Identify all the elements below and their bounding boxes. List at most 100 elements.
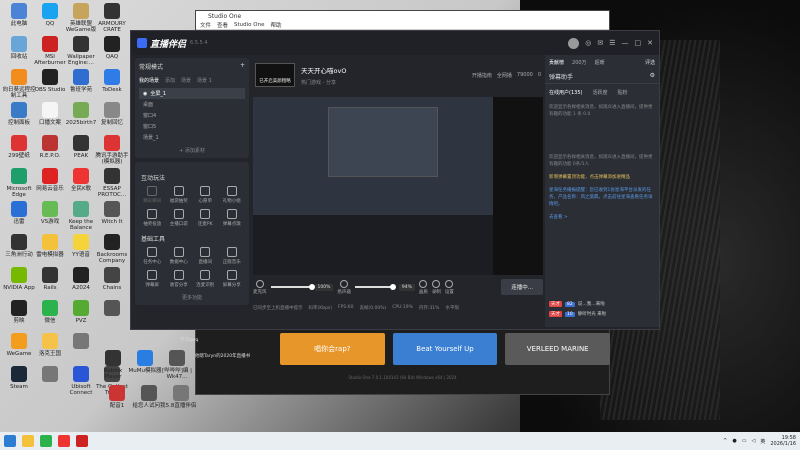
mode-selector[interactable]: 常规模式 + <box>139 62 245 71</box>
taskbar-app-1[interactable] <box>22 435 34 447</box>
headset-icon[interactable]: ◎ <box>585 39 591 47</box>
desktop-icon[interactable]: R.E.P.O. <box>33 135 67 159</box>
app-titlebar[interactable]: 直播伴侣 6.5.5.4 ◎ ✉ ☰ — □ ✕ <box>131 31 659 55</box>
settings-icon[interactable]: ☰ <box>609 39 615 47</box>
desktop-icon[interactable]: Roblox Player <box>96 350 130 380</box>
desktop-icon[interactable]: 网易云音乐 <box>33 168 67 192</box>
studio-one-titlebar[interactable]: Studio One <box>196 11 609 21</box>
desktop-icon[interactable]: 英雄联盟WeGame版 <box>64 3 98 33</box>
add-icon[interactable]: + <box>240 62 245 71</box>
desktop-icon[interactable]: Witch It <box>95 201 129 225</box>
desktop-icon[interactable]: Backrooms Company <box>95 234 129 264</box>
desktop-icon[interactable]: Steam <box>2 366 36 390</box>
settings-button[interactable]: 设置 <box>445 279 454 295</box>
desktop-icon[interactable] <box>64 333 98 351</box>
desktop-icon[interactable]: 299壁纸 <box>2 135 36 159</box>
maximize-icon[interactable]: □ <box>635 39 642 47</box>
desktop-icon[interactable]: 回收站 <box>2 36 36 60</box>
desktop-icon[interactable]: 洛克王国 <box>33 333 67 357</box>
scene-item-fullscreen[interactable]: ◉ 全屏_1 <box>139 88 245 99</box>
tool-item[interactable]: 正版音乐 <box>219 247 246 265</box>
review-badge[interactable]: 评选 <box>645 59 655 66</box>
desktop-icon[interactable]: Ubisoft Connect <box>64 366 98 396</box>
tab-warm[interactable]: 超暖 <box>595 59 605 66</box>
desktop-icon[interactable]: 此电脑 <box>2 3 36 27</box>
scene-item-desktop[interactable]: 桌面 <box>139 99 245 110</box>
desktop-icon[interactable]: [哔哔哔]编 | Wk47... <box>160 350 194 380</box>
look-link[interactable]: 去查看 > <box>545 211 659 224</box>
tool-item[interactable]: 直播间 <box>192 247 219 265</box>
desktop-icon[interactable]: 5.8直播伴侣 <box>164 385 198 409</box>
scene-item-window4[interactable]: 窗口4 <box>139 110 245 121</box>
tool-item[interactable]: 福袋抽奖 <box>166 186 193 204</box>
desktop-icon[interactable]: A2024 <box>64 267 98 291</box>
record-button[interactable]: 录制 <box>432 279 441 295</box>
tool-item[interactable]: 收官分享 <box>166 270 193 288</box>
desktop-icon[interactable]: NVIDIA App <box>2 267 36 291</box>
desktop-icon[interactable]: 三角洲行动 <box>2 234 36 258</box>
speaker-control[interactable]: 扬声器 <box>337 279 351 295</box>
desktop-icon[interactable]: 配音1 <box>100 385 134 409</box>
eye-icon[interactable]: ◉ <box>143 91 147 97</box>
volume-icon[interactable]: ◁ <box>751 438 755 444</box>
desktop-icon[interactable] <box>33 366 67 384</box>
tab-add[interactable]: 添加 <box>165 77 175 84</box>
clock[interactable]: 19:58 2026/1/16 <box>770 435 796 447</box>
menu-help[interactable]: 帮助 <box>271 21 282 29</box>
desktop-icon[interactable]: Chains <box>95 267 129 291</box>
tab-scene-1[interactable]: 场景 1 <box>197 77 212 84</box>
desktop-icon[interactable]: 复制回忆 <box>95 102 129 126</box>
desktop-icon[interactable]: YY语音 <box>64 234 98 258</box>
desktop-icon[interactable]: 剪映 <box>2 300 36 324</box>
desktop-icon[interactable]: OBS Studio <box>33 69 67 93</box>
desktop-icon[interactable]: 微信 <box>33 300 67 324</box>
mic-tray-icon[interactable]: ● <box>732 438 736 444</box>
desktop-icon[interactable]: Microsoft Edge <box>2 168 36 198</box>
tool-item[interactable]: 抽奖投放 <box>139 209 166 227</box>
tool-item[interactable]: 弹幕点歌 <box>219 209 246 227</box>
live-button[interactable]: 连播中... <box>501 279 543 295</box>
stream-title[interactable]: 天天开心喵ovO <box>301 65 346 75</box>
desktop-icon[interactable]: VS游戏 <box>33 201 67 225</box>
desktop-icon[interactable]: ARMOURY CRATE <box>95 3 129 33</box>
avatar[interactable] <box>568 37 580 49</box>
taskbar-app-3[interactable] <box>58 435 70 447</box>
desktop-icon[interactable]: 向日葵远程控制工具 <box>2 69 36 99</box>
desktop-icon[interactable]: PVZ <box>64 300 98 324</box>
menu-view[interactable]: 查看 <box>217 21 228 29</box>
taskbar-app-2[interactable] <box>40 435 52 447</box>
scene-item-scene1[interactable]: 场景_1 <box>139 132 245 143</box>
banner-3[interactable]: VERLEED MARINE <box>505 333 611 365</box>
menu-studio-one[interactable]: Studio One <box>234 22 264 28</box>
tab-my-scenes[interactable]: 我的场景 <box>139 77 159 84</box>
desktop-icon[interactable]: 迅雷 <box>2 201 36 225</box>
minimize-icon[interactable]: — <box>622 39 629 47</box>
desktop-icon[interactable]: QAQ <box>95 36 129 60</box>
tool-item[interactable]: 连麦识别 <box>192 270 219 288</box>
windows-start-icon[interactable] <box>4 435 16 447</box>
mic-slider-handle[interactable] <box>308 284 315 290</box>
banner-1[interactable]: 唱你会rap? <box>280 333 385 365</box>
tab-activity[interactable]: 活跃度 <box>592 89 607 96</box>
stream-preview[interactable] <box>253 97 543 275</box>
mail-icon[interactable]: ✉ <box>597 39 603 47</box>
tool-item[interactable]: 主播口袋 <box>166 209 193 227</box>
menu-file[interactable]: 文件 <box>200 21 211 29</box>
stream-cover[interactable]: 已开启美颜粗略 <box>255 63 295 87</box>
more-functions-button[interactable]: 更多功能 <box>139 294 245 301</box>
chevron-up-icon[interactable]: ^ <box>723 438 727 444</box>
guide-link[interactable]: 开播指南 <box>472 72 492 79</box>
quality-button[interactable]: 画质 <box>419 279 428 295</box>
desktop-icon[interactable]: 全民K歌 <box>64 168 98 192</box>
desktop-icon[interactable]: PEAK <box>64 135 98 159</box>
desktop-icon[interactable]: 控制面板 <box>2 102 36 126</box>
network-icon[interactable]: ▭ <box>742 438 747 444</box>
desktop-icon[interactable]: Wallpaper Engine:... <box>64 36 98 66</box>
desktop-icon[interactable] <box>95 300 129 318</box>
chat-row[interactable]: 天才 10 静听时光 来啦 <box>545 309 659 319</box>
tool-item[interactable]: 弹幕屏 <box>139 270 166 288</box>
speaker-slider-handle[interactable] <box>389 284 396 290</box>
mic-control[interactable]: 麦克风 <box>253 279 267 295</box>
tool-item[interactable]: 数据中心 <box>166 247 193 265</box>
speaker-slider[interactable] <box>354 284 396 290</box>
